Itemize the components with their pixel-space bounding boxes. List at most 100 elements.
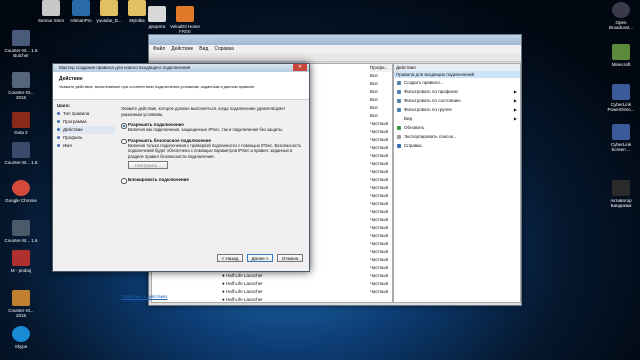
radio-icon [121, 138, 127, 144]
dialog-titlebar[interactable]: Мастер создания правила для нового входя… [53, 64, 309, 72]
action-create-rule[interactable]: Создать правило... [394, 78, 520, 87]
back-button[interactable]: < Назад [217, 254, 243, 262]
column-header[interactable]: Профи... [370, 64, 392, 72]
step-rule-type[interactable]: Тип правила [57, 110, 115, 118]
profile-values: Все Все Все Все Все Все Частный Частный Частный Ч… [370, 72, 392, 296]
menu-action[interactable]: Действие [171, 46, 193, 52]
option-allow-secure[interactable]: Разрешить безопасное подключение Включая… [121, 138, 303, 169]
option-allow[interactable]: Разрешить подключение Включая как подклю… [121, 122, 303, 133]
profile-cell: Частный [370, 185, 389, 190]
step-profile[interactable]: Профиль [57, 134, 115, 142]
desktop-icon[interactable]: Counter-St... 1.6 [4, 142, 38, 165]
next-button[interactable]: Далее > [247, 254, 273, 262]
menu-bar: Файл Действие Вид Справка [149, 45, 521, 53]
action-filter-group[interactable]: Фильтровать по группе ▶ [394, 105, 520, 114]
window-titlebar[interactable] [149, 35, 521, 45]
profile-cell: Частный [370, 137, 389, 142]
action-filter-profile[interactable]: Фильтровать по профилю ▶ [394, 87, 520, 96]
profile-cell: Частный [370, 241, 389, 246]
profile-cell: Частный [370, 273, 389, 278]
step-bullet-icon [57, 120, 60, 123]
actions-pane: Действия Правила для входящих подключени… [393, 63, 521, 303]
help-icon [397, 144, 401, 148]
dialog-header: Действие Укажите действие, выполняемое п… [53, 72, 309, 100]
profile-cell: Частный [370, 153, 389, 158]
profile-column: Профи... Все Все Все Все Все Все Частный Частны… [370, 64, 392, 296]
desktop-icon[interactable]: Counter-St... 1.6 [4, 220, 38, 243]
desktop-icon[interactable]: VeloalDi Home FREE [168, 6, 202, 34]
profile-cell: Частный [370, 217, 389, 222]
option-block[interactable]: Блокировать подключение [121, 177, 303, 184]
menu-file[interactable]: Файл [153, 46, 165, 52]
close-icon[interactable]: ✕ [293, 64, 307, 71]
chevron-right-icon: ▶ [513, 89, 517, 94]
dialog-heading: Действие [59, 76, 83, 82]
step-bullet-icon [57, 112, 60, 115]
step-program[interactable]: Программа [57, 118, 115, 126]
more-info-link[interactable]: Подробнее о действиях [121, 294, 167, 300]
desktop-icon[interactable]: Skype [4, 326, 38, 349]
profile-cell: Частный [370, 161, 389, 166]
desktop-icon[interactable]: Open Broadcast... [604, 2, 638, 30]
action-filter-state[interactable]: Фильтровать по состоянию ▶ [394, 96, 520, 105]
profile-cell: Частный [370, 121, 389, 126]
profile-cell: Все [370, 97, 378, 102]
profile-cell: Частный [370, 289, 389, 294]
desktop-icon[interactable]: Counter-St... 2015 [4, 290, 38, 318]
desktop-icon[interactable]: M - proboj [4, 250, 38, 273]
actions-header: Действия [394, 64, 520, 71]
table-row[interactable]: ● Half-Life Launcher [222, 272, 263, 280]
profile-cell: Частный [370, 257, 389, 262]
profile-cell: Частный [370, 281, 389, 286]
profile-cell: Частный [370, 249, 389, 254]
desktop-icon[interactable]: Minecraft [604, 44, 638, 67]
profile-cell: Частный [370, 201, 389, 206]
desktop-icon[interactable]: Активатор Бандикам [604, 180, 638, 208]
table-row[interactable]: ● Half-Life Launcher [222, 296, 263, 304]
chevron-right-icon: ▶ [513, 107, 517, 112]
desktop-icon[interactable]: CyberLink Screen ... [604, 124, 638, 152]
desktop-icon[interactable]: Google Chrome [4, 180, 38, 203]
profile-cell: Все [370, 81, 378, 86]
filter-icon [397, 99, 401, 103]
new-rule-wizard: Мастер создания правила для нового входя… [52, 63, 310, 299]
step-bullet-icon [57, 136, 60, 139]
profile-cell: Все [370, 73, 378, 78]
filter-icon [397, 108, 401, 112]
step-action[interactable]: Действие [57, 126, 115, 134]
actions-selected[interactable]: Правила для входящих подключений [394, 71, 520, 78]
menu-view[interactable]: Вид [199, 46, 208, 52]
cancel-button[interactable]: Отмена [277, 254, 303, 262]
profile-cell: Все [370, 113, 378, 118]
profile-cell: Все [370, 105, 378, 110]
desktop-icon[interactable]: Dota 2 [4, 112, 38, 135]
steps-label: Шаги: [57, 103, 71, 108]
profile-cell: Частный [370, 177, 389, 182]
desktop-icon[interactable]: Sennur Sinm [34, 0, 68, 23]
customize-button[interactable]: Настроить... [128, 161, 168, 169]
step-name[interactable]: Имя [57, 142, 115, 150]
desktop-icon[interactable]: CyberLink PowerDirec... [604, 84, 638, 112]
profile-cell: Частный [370, 209, 389, 214]
dialog-content: Укажите действие, которое должно выполня… [121, 102, 303, 299]
step-bullet-icon [57, 144, 60, 147]
wizard-steps: Шаги: Тип правила Программа Действие Про… [57, 102, 115, 150]
dialog-subheading: Укажите действие, выполняемое при соотве… [59, 84, 256, 89]
desktop-icon[interactable]: Counter-St... 1.6 Butcher [4, 30, 38, 58]
action-refresh[interactable]: Обновить [394, 123, 520, 132]
desktop-icon[interactable]: Counter-St... 2015 [4, 72, 38, 100]
table-row[interactable]: ● Half-Life Launcher [222, 280, 263, 288]
profile-cell: Частный [370, 145, 389, 150]
action-help[interactable]: Справка [394, 141, 520, 150]
step-bullet-icon [57, 128, 60, 131]
radio-icon [121, 178, 127, 184]
toolbar [149, 53, 521, 62]
chevron-right-icon: ▶ [513, 116, 517, 121]
action-export[interactable]: Экспортировать список... [394, 132, 520, 141]
view-icon [397, 117, 401, 121]
radio-selected-icon [121, 123, 127, 129]
menu-help[interactable]: Справка [214, 46, 234, 52]
action-view[interactable]: Вид ▶ [394, 114, 520, 123]
profile-cell: Частный [370, 225, 389, 230]
table-row[interactable]: ● Half-Life Launcher [222, 288, 263, 296]
